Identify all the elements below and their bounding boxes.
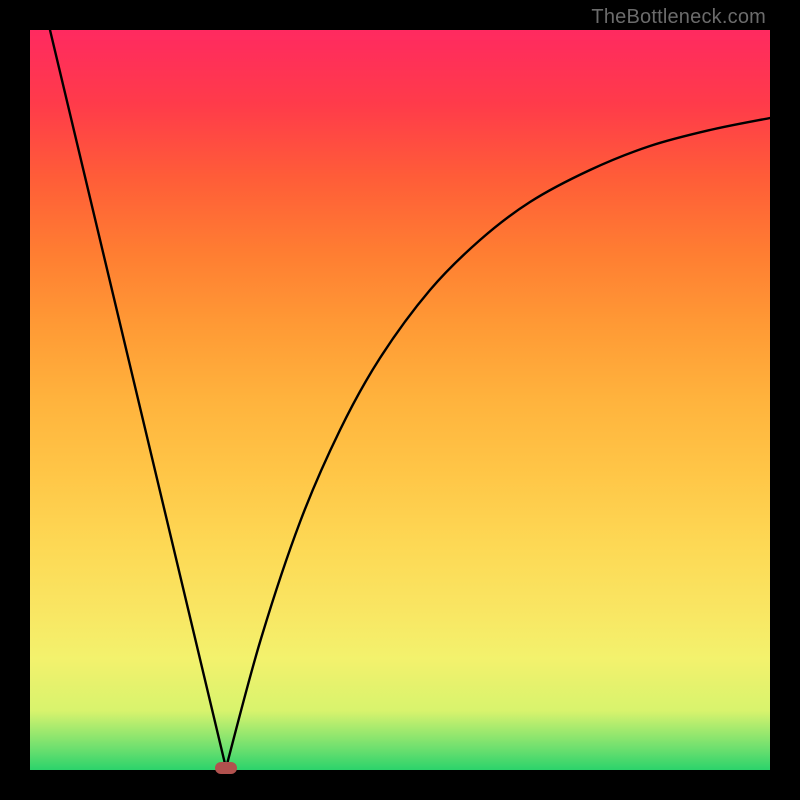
plot-area (30, 30, 770, 770)
chart-frame: TheBottleneck.com (0, 0, 800, 800)
optimal-point-marker (215, 762, 237, 774)
watermark-text: TheBottleneck.com (591, 6, 766, 29)
bottleneck-curve (30, 30, 770, 770)
